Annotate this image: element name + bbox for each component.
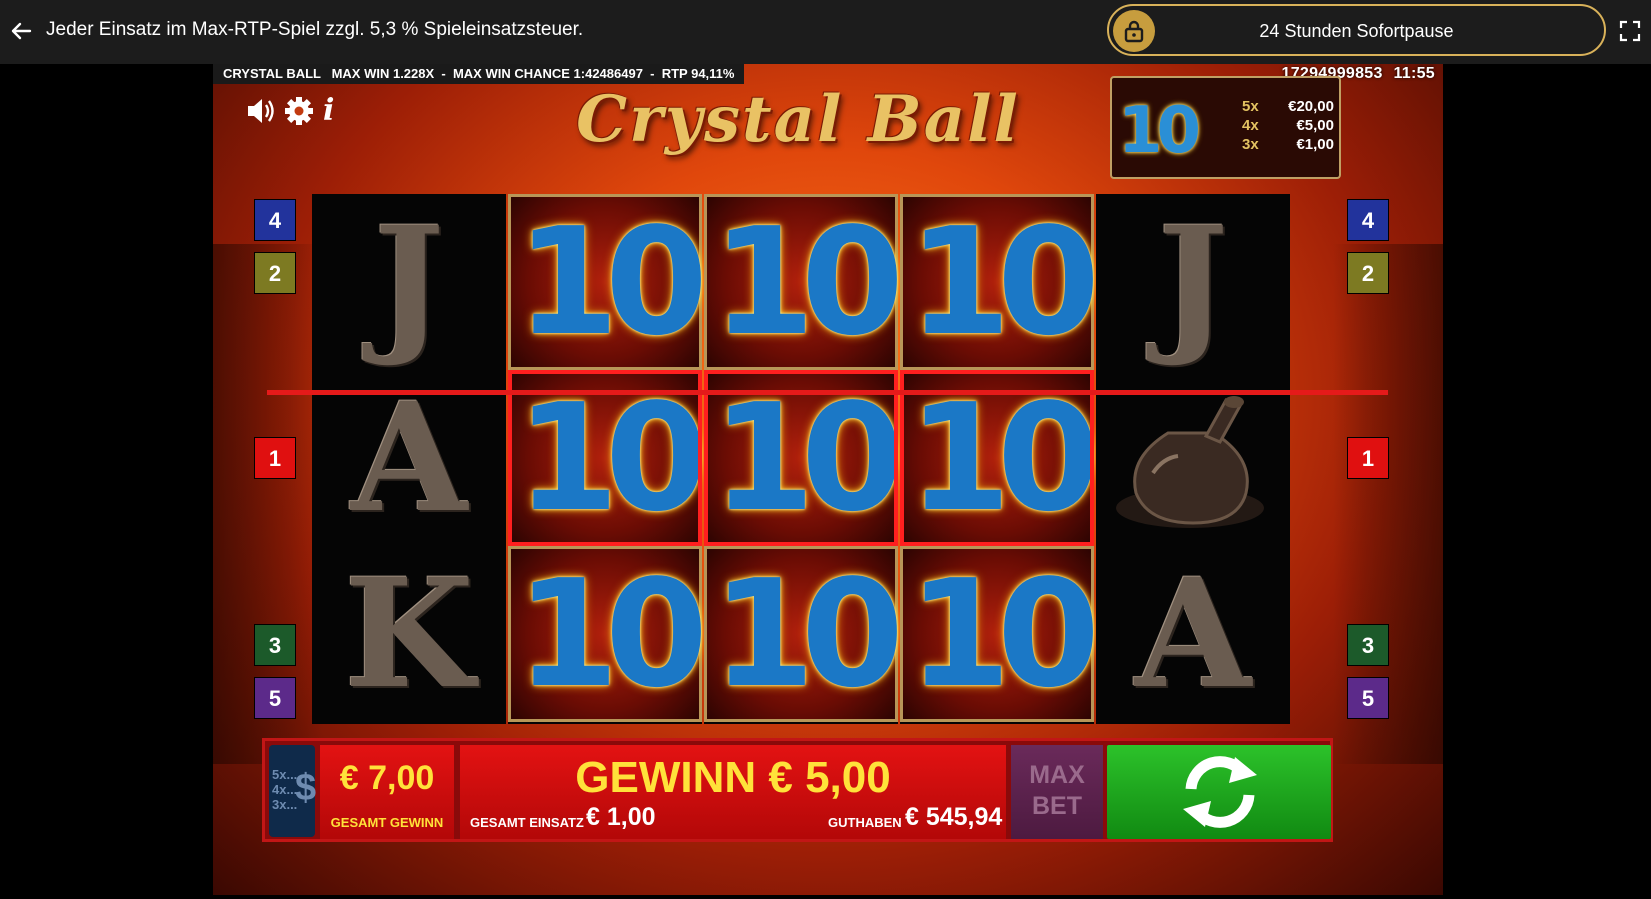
spin-arrows-icon — [1183, 756, 1257, 828]
line-marker-right: 1 — [1347, 437, 1389, 479]
reel-symbol: A — [1134, 546, 1252, 722]
tax-notice: Jeder Einsatz im Max-RTP-Spiel zzgl. 5,3… — [46, 19, 584, 40]
reel-symbol: 10 — [900, 546, 1100, 722]
line-marker-left: 1 — [254, 437, 296, 479]
paytable-box: 10 5x €20,00 4x €5,00 3x €1,00 — [1110, 76, 1341, 179]
line-marker-left: 3 — [254, 624, 296, 666]
reel-symbol: 10 — [704, 546, 904, 722]
reel-1: J A K — [312, 194, 506, 724]
reel-symbol: J — [373, 194, 445, 370]
potion-bottle-icon — [1096, 370, 1290, 546]
reel-symbol: J — [1157, 194, 1229, 370]
paytable-row: 3x €1,00 — [1242, 136, 1334, 153]
stake-label: GESAMT EINSATZ — [470, 815, 584, 830]
balance-value: € 545,94 — [905, 803, 1003, 831]
game-info-strip: CRYSTAL BALL MAX WIN 1.228X - MAX WIN CH… — [213, 64, 745, 84]
paytable-symbol: 10 — [1118, 94, 1201, 168]
back-arrow-icon[interactable] — [8, 18, 34, 44]
reel-symbol: 10 — [900, 194, 1100, 370]
balance-label: GUTHABEN — [828, 815, 902, 830]
top-bar: Jeder Einsatz im Max-RTP-Spiel zzgl. 5,3… — [0, 0, 1651, 64]
game-canvas: CRYSTAL BALL MAX WIN 1.228X - MAX WIN CH… — [213, 64, 1443, 895]
fullscreen-icon[interactable] — [1619, 20, 1641, 42]
sound-icon[interactable] — [245, 94, 277, 128]
paytable-row: 5x €20,00 — [1242, 98, 1334, 115]
reel-5: J A — [1096, 194, 1290, 724]
line-marker-right: 4 — [1347, 199, 1389, 241]
settings-icon[interactable] — [283, 94, 315, 128]
reel-symbol: 10 — [704, 194, 904, 370]
win-text: GEWINN € 5,00 — [575, 753, 891, 802]
dollar-icon: $ — [295, 767, 317, 809]
pause-label: 24 Stunden Sofortpause — [1259, 21, 1454, 41]
payline-1 — [267, 390, 1388, 395]
line-marker-left: 4 — [254, 199, 296, 241]
line-marker-right: 5 — [1347, 677, 1389, 719]
reel-2: 10 10 10 — [508, 194, 708, 724]
reel-symbol: 10 — [508, 546, 708, 722]
total-win-label: GESAMT GEWINN — [330, 815, 444, 830]
reel-3: 10 10 10 — [704, 194, 904, 724]
spin-button[interactable] — [1107, 745, 1331, 839]
reel-area: J A K 10 10 10 10 10 10 10 10 10 J A — [312, 194, 1346, 739]
paytable-row: 4x €5,00 — [1242, 117, 1334, 134]
line-marker-right: 2 — [1347, 252, 1389, 294]
reel-symbol-winning: 10 — [704, 370, 904, 546]
reel-symbol: 10 — [508, 194, 708, 370]
max-bet-button[interactable]: MAX BET — [1011, 745, 1103, 839]
control-panel: 5x... 4x... 3x... $ € 7,00 GESAMT GEWINN… — [262, 738, 1333, 842]
stake-value: € 1,00 — [586, 803, 656, 831]
coin-values-button[interactable]: 5x... 4x... 3x... $ — [269, 745, 317, 837]
info-icon[interactable]: i — [323, 94, 343, 128]
line-marker-left: 5 — [254, 677, 296, 719]
reel-symbol-winning: 10 — [900, 370, 1100, 546]
line-marker-left: 2 — [254, 252, 296, 294]
game-title: Crystal Ball — [576, 82, 1020, 157]
pause-24h-button[interactable]: 24 Stunden Sofortpause — [1107, 4, 1606, 56]
reel-symbol: K — [343, 546, 475, 722]
total-win-amount: € 7,00 — [339, 759, 435, 797]
clock: 11:55 — [1393, 65, 1435, 82]
total-win-box: € 7,00 GESAMT GEWINN — [320, 745, 454, 839]
line-marker-right: 3 — [1347, 624, 1389, 666]
reel-symbol-winning: 10 — [508, 370, 708, 546]
win-display: GEWINN € 5,00 GESAMT EINSATZ € 1,00 GUTH… — [460, 745, 1006, 839]
reel-symbol: A — [350, 370, 468, 546]
reel-4: 10 10 10 — [900, 194, 1100, 724]
